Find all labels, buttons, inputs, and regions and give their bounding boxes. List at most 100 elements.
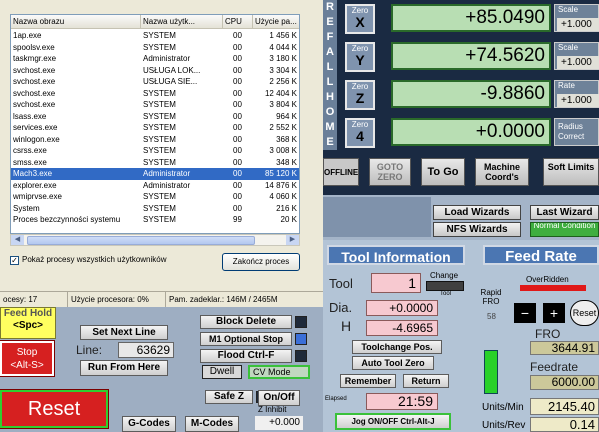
end-process-button[interactable]: Zakończ proces	[222, 253, 300, 271]
remember-button[interactable]: Remember	[340, 374, 396, 388]
scale-box[interactable]: Scale +1.000	[554, 42, 599, 70]
feed-hold-button[interactable]: Feed Hold <Spc>	[0, 307, 56, 339]
set-next-line-button[interactable]: Set Next Line	[80, 325, 168, 340]
scale-value[interactable]: +1.000	[557, 94, 599, 107]
fro-reset-button[interactable]: Reset	[570, 300, 599, 326]
scrollbar-thumb[interactable]	[27, 236, 255, 245]
process-row[interactable]: svchost.exe USŁUGA LOK... 00 3 304 K	[11, 65, 299, 77]
last-wizard-button[interactable]: Last Wizard	[530, 205, 599, 220]
process-row[interactable]: explorer.exe Administrator 00 14 876 K	[11, 180, 299, 192]
zero-x-button[interactable]: Zero X	[345, 4, 375, 34]
to-go-button[interactable]: To Go	[421, 158, 465, 186]
offline-button[interactable]: OFFLINE	[323, 158, 359, 186]
process-row[interactable]: svchost.exe SYSTEM 00 12 404 K	[11, 88, 299, 100]
diameter-field[interactable]: +0.0000	[366, 300, 438, 316]
line-number-field[interactable]: 63629	[118, 342, 174, 358]
scale-value[interactable]: +1.000	[557, 56, 599, 69]
process-row[interactable]: winlogon.exe SYSTEM 00 368 K	[11, 134, 299, 146]
process-row[interactable]: services.exe SYSTEM 00 2 552 K	[11, 122, 299, 134]
feedrate-value-field[interactable]: 6000.00	[530, 375, 599, 390]
scale-box[interactable]: Scale +1.000	[554, 4, 599, 32]
optional-stop-button[interactable]: M1 Optional Stop	[200, 332, 292, 346]
scale-label: Radius Correct	[558, 122, 585, 141]
g-codes-button[interactable]: G-Codes	[122, 416, 176, 432]
show-all-label[interactable]: Pokaż procesy wszystkich użytkowników	[22, 255, 167, 264]
axis-letter: X	[355, 14, 365, 30]
return-button[interactable]: Return	[403, 374, 449, 388]
process-row[interactable]: lsass.exe SYSTEM 00 964 K	[11, 111, 299, 123]
process-list[interactable]: Nazwa obrazu Nazwa użytk... CPU Użycie p…	[10, 14, 300, 234]
process-row[interactable]: Mach3.exe Administrator 00 85 120 K	[11, 168, 299, 180]
column-header-cpu[interactable]: CPU	[223, 15, 253, 29]
process-mem: 20 K	[280, 215, 297, 224]
process-row[interactable]: smss.exe SYSTEM 00 348 K	[11, 157, 299, 169]
ref-all-home-button[interactable]: REFALLHOME	[323, 0, 337, 150]
nfs-wizards-button[interactable]: NFS Wizards	[433, 222, 521, 237]
process-row[interactable]: taskmgr.exe Administrator 00 3 180 K	[11, 53, 299, 65]
scroll-left-icon[interactable]: ◀	[11, 235, 24, 245]
dro-x[interactable]: +85.0490	[391, 4, 551, 32]
soft-limits-button[interactable]: Soft Limits	[543, 158, 599, 186]
zero-z-button[interactable]: Zero Z	[345, 80, 375, 110]
column-header-user-name[interactable]: Nazwa użytk...	[141, 15, 223, 29]
column-header-image-name[interactable]: Nazwa obrazu	[11, 15, 141, 29]
process-row[interactable]: wmiprvse.exe SYSTEM 00 4 060 K	[11, 191, 299, 203]
fro-decrease-icon[interactable]: −	[514, 303, 536, 323]
dro-y[interactable]: +74.5620	[391, 42, 551, 70]
process-user: SYSTEM	[143, 42, 176, 52]
run-from-here-button[interactable]: Run From Here	[80, 360, 168, 376]
goto-zero-button[interactable]: GOTO ZERO	[369, 158, 411, 186]
process-row[interactable]: svchost.exe USŁUGA SIE... 00 2 256 K	[11, 76, 299, 88]
show-all-checkbox[interactable]: ✓	[10, 256, 19, 265]
process-row[interactable]: System SYSTEM 00 216 K	[11, 203, 299, 215]
zero-y-button[interactable]: Zero Y	[345, 42, 375, 72]
scale-value[interactable]: +1.000	[557, 18, 599, 31]
change-tool-button[interactable]	[426, 281, 464, 291]
process-row[interactable]: Proces bezczynności systemu SYSTEM 99 20 K	[11, 214, 299, 226]
process-row[interactable]: spoolsv.exe SYSTEM 00 4 044 K	[11, 42, 299, 54]
process-row[interactable]: 1ap.exe SYSTEM 00 1 456 K	[11, 30, 299, 42]
process-user: SYSTEM	[143, 31, 176, 40]
dwell-indicator: Dwell	[202, 365, 242, 379]
height-field[interactable]: -4.6965	[366, 320, 438, 336]
process-name: wmiprvse.exe	[13, 192, 62, 201]
zero-4-button[interactable]: Zero 4	[345, 118, 375, 148]
feed-rate-header: Feed Rate	[483, 245, 599, 265]
safe-z-button[interactable]: Safe Z	[205, 390, 253, 404]
column-header-memory[interactable]: Użycie pa...	[253, 15, 299, 29]
flood-button[interactable]: Flood Ctrl-F	[200, 349, 292, 363]
reset-button[interactable]: Reset	[0, 389, 109, 429]
dro-4[interactable]: +0.0000	[391, 118, 551, 146]
ref-all-home-letter: L	[326, 61, 334, 73]
scale-box[interactable]: Radius Correct	[554, 118, 599, 146]
rapid-fro-slider[interactable]	[484, 350, 498, 394]
process-row[interactable]: svchost.exe SYSTEM 00 3 804 K	[11, 99, 299, 111]
toolchange-position-button[interactable]: Toolchange Pos.	[352, 340, 442, 354]
flood-led	[295, 350, 307, 362]
elapsed-label: Elapsed	[325, 396, 347, 402]
process-name: Proces bezczynności systemu	[13, 215, 121, 224]
process-mem: 4 044 K	[269, 42, 297, 52]
z-inhibit-toggle-button[interactable]: On/Off	[258, 390, 300, 406]
fro-increase-icon[interactable]: +	[543, 303, 565, 323]
scroll-right-icon[interactable]: ▶	[286, 235, 299, 245]
horizontal-scrollbar[interactable]: ◀ ▶	[10, 234, 300, 246]
jog-toggle-button[interactable]: Jog ON/OFF Ctrl-Alt-J	[335, 413, 451, 430]
process-name: System	[13, 203, 40, 213]
scale-box[interactable]: Rate +1.000	[554, 80, 599, 108]
tool-label: Tool	[329, 276, 353, 291]
stop-button[interactable]: Stop <Alt-S>	[0, 340, 55, 377]
process-row[interactable]: csrss.exe SYSTEM 00 3 008 K	[11, 145, 299, 157]
m-codes-button[interactable]: M-Codes	[185, 416, 239, 432]
z-inhibit-field[interactable]: +0.000	[255, 416, 303, 430]
dro-z[interactable]: -9.8860	[391, 80, 551, 108]
machine-coords-button[interactable]: Machine Coord's	[475, 158, 529, 186]
auto-tool-zero-button[interactable]: Auto Tool Zero	[352, 356, 434, 370]
block-delete-button[interactable]: Block Delete	[200, 315, 292, 329]
ref-all-home-letter: O	[325, 106, 335, 118]
tool-number-field[interactable]: 1	[371, 273, 421, 293]
process-cpu: 00	[233, 123, 242, 132]
process-mem: 216 K	[276, 203, 297, 213]
load-wizards-button[interactable]: Load Wizards	[433, 205, 521, 220]
line-label: Line:	[76, 343, 103, 357]
